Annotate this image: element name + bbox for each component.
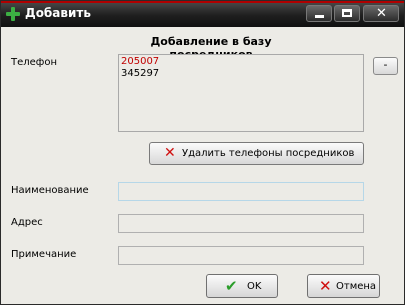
minimize-icon [315, 15, 324, 18]
checkmark-icon: ✔ [225, 277, 238, 295]
name-field[interactable] [118, 182, 364, 201]
cross-icon: ✕ [164, 145, 176, 161]
phone-item[interactable]: 205007 [121, 56, 361, 68]
minimize-button[interactable] [306, 5, 332, 22]
phone-item[interactable]: 345297 [121, 68, 361, 80]
maximize-button[interactable] [334, 5, 360, 22]
note-field[interactable] [118, 246, 364, 265]
address-field[interactable] [118, 214, 364, 233]
cancel-button[interactable]: ✕ Отмена [307, 274, 380, 298]
name-label: Наименование [11, 185, 89, 196]
maximize-icon [342, 9, 352, 17]
ok-button[interactable]: ✔ OK [206, 274, 278, 298]
delete-phones-button[interactable]: ✕ Удалить телефоны посредников [149, 142, 364, 165]
title-bar[interactable]: Добавить ✕ [1, 1, 404, 27]
dialog-window: Добавить ✕ Добавление в базу посредников… [0, 0, 405, 305]
window-title: Добавить [25, 6, 91, 20]
close-icon: ✕ [376, 6, 387, 21]
phone-label: Телефон [11, 57, 58, 68]
address-label: Адрес [11, 217, 43, 228]
cross-icon: ✕ [319, 277, 332, 295]
remove-phone-button[interactable]: - [373, 57, 398, 75]
cancel-label: Отмена [336, 281, 377, 292]
note-label: Примечание [11, 249, 77, 260]
title-bar-accent [1, 1, 404, 3]
phone-list[interactable]: 205007 345297 [118, 54, 364, 132]
close-button[interactable]: ✕ [363, 5, 399, 22]
add-icon [6, 7, 20, 21]
ok-label: OK [247, 281, 262, 292]
delete-phones-label: Удалить телефоны посредников [182, 148, 355, 159]
